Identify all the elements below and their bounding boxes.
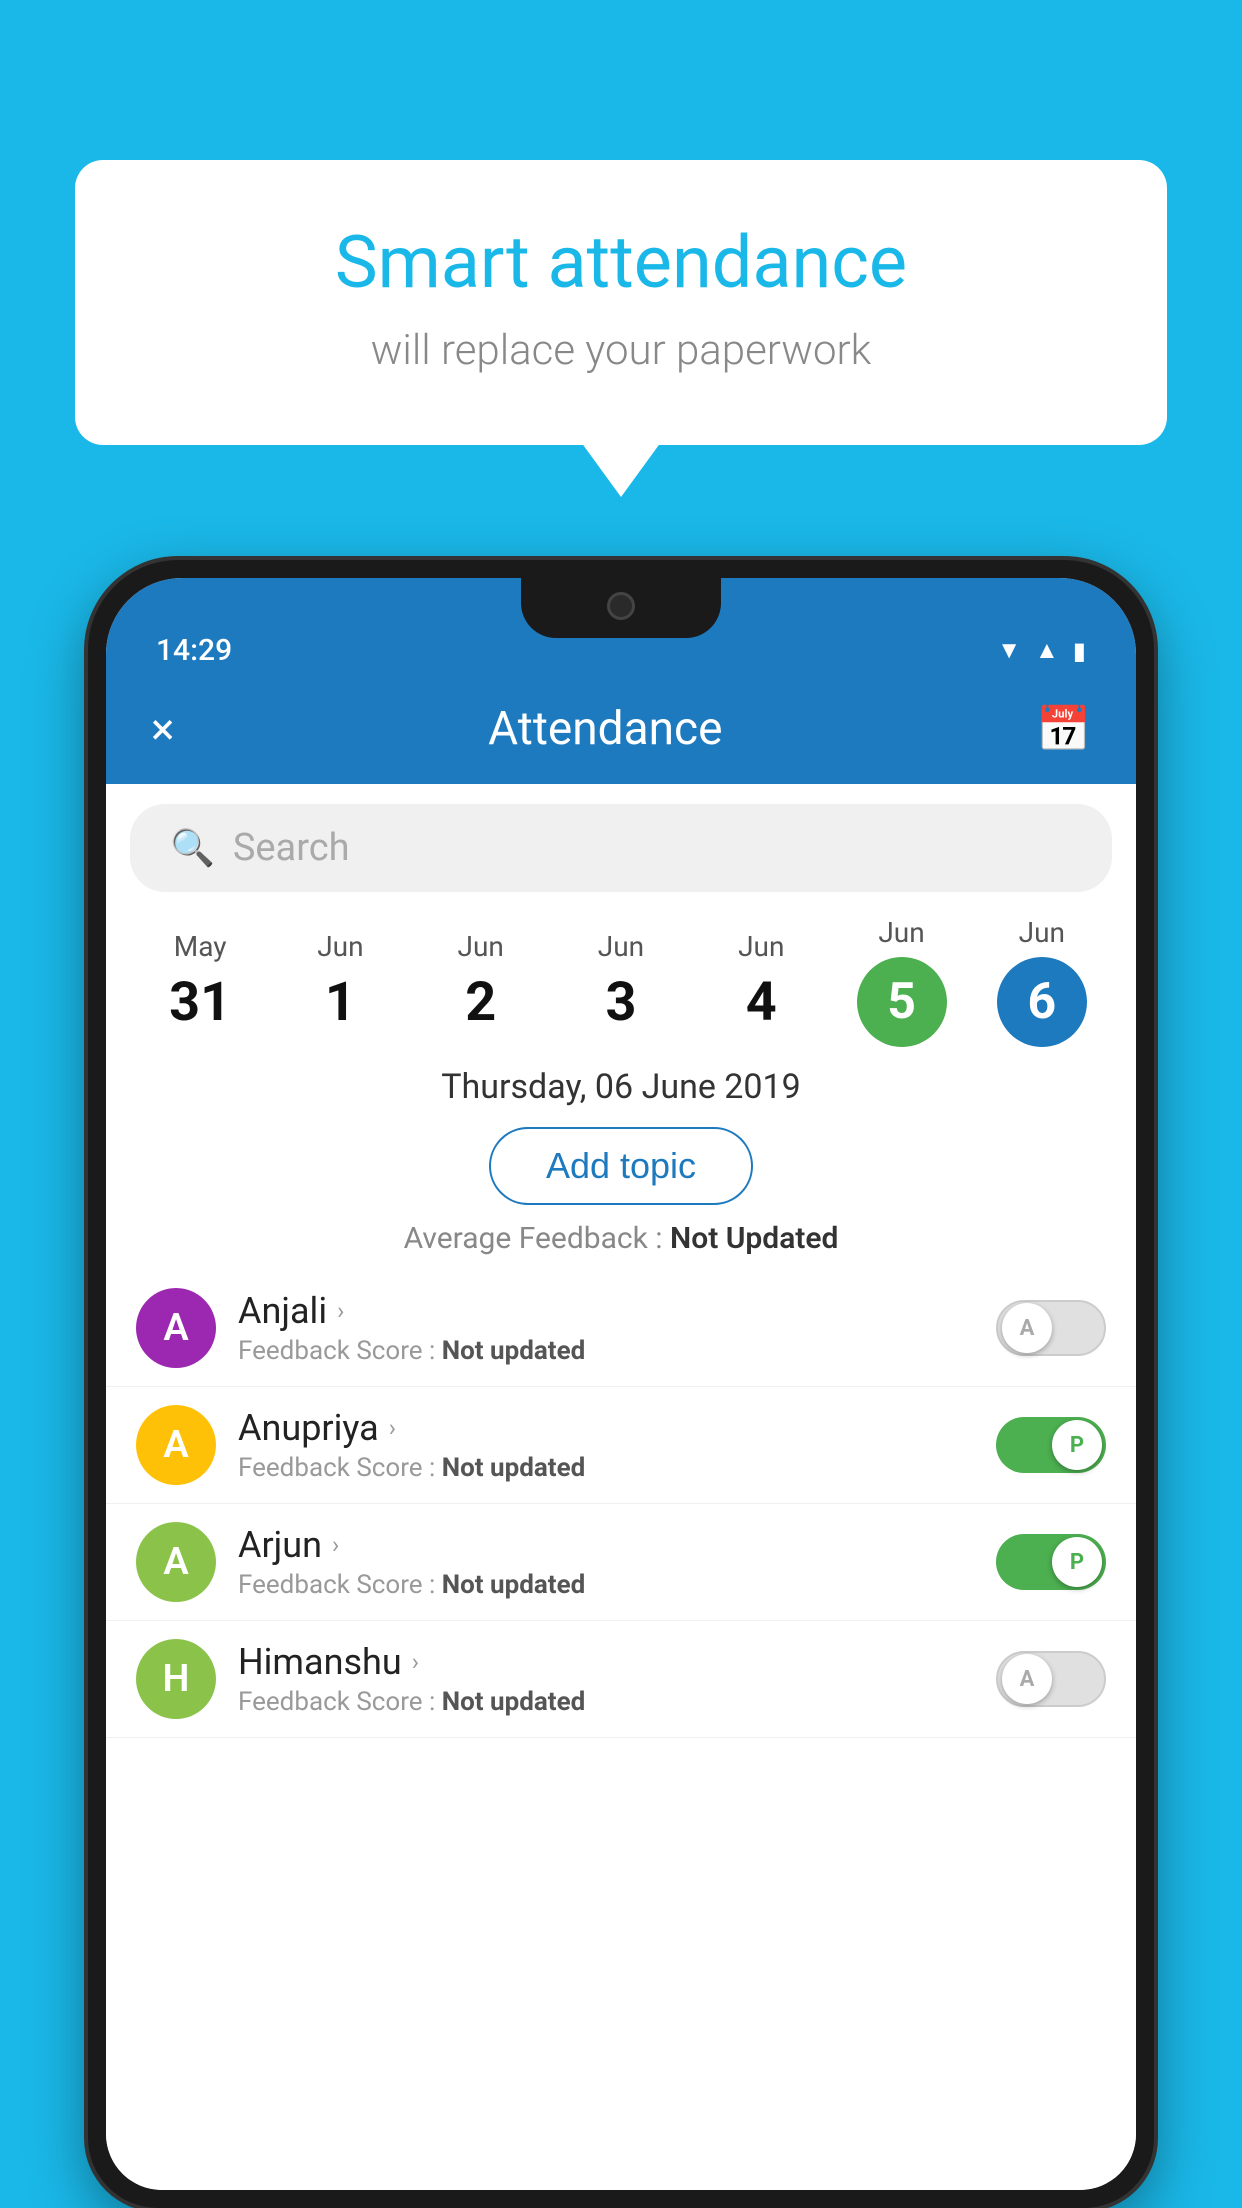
selected-date-label: Thursday, 06 June 2019: [441, 1067, 801, 1107]
student-item-3[interactable]: H Himanshu › Feedback Score : Not updated A: [106, 1621, 1136, 1738]
add-topic-button[interactable]: Add topic: [489, 1127, 753, 1205]
cal-day-circle-5: 5: [857, 957, 947, 1047]
speech-bubble-wrapper: Smart attendance will replace your paper…: [75, 160, 1167, 445]
chevron-icon: ›: [389, 1414, 396, 1442]
search-bar[interactable]: 🔍 Search: [130, 804, 1112, 892]
phone-camera: [607, 592, 635, 620]
cal-day-circle-6: 6: [997, 957, 1087, 1047]
student-item-1[interactable]: A Anupriya › Feedback Score : Not updated P: [106, 1387, 1136, 1504]
toggle-wrap-1[interactable]: P: [996, 1417, 1106, 1473]
student-info-1: Anupriya › Feedback Score : Not updated: [238, 1407, 974, 1483]
cal-month-3: Jun: [598, 930, 644, 963]
cal-month-6: Jun: [1019, 916, 1065, 949]
student-name-0: Anjali ›: [238, 1290, 974, 1332]
signal-icon: ▲: [1035, 636, 1059, 665]
avatar-2: A: [136, 1522, 216, 1602]
toggle-wrap-0[interactable]: A: [996, 1300, 1106, 1356]
student-info-2: Arjun › Feedback Score : Not updated: [238, 1524, 974, 1600]
toggle-thumb-2: P: [1052, 1537, 1102, 1587]
student-item-0[interactable]: A Anjali › Feedback Score : Not updated A: [106, 1270, 1136, 1387]
close-icon[interactable]: ×: [151, 703, 174, 755]
avg-feedback-label: Average Feedback :: [404, 1221, 670, 1256]
student-name-2: Arjun ›: [238, 1524, 974, 1566]
avg-feedback: Average Feedback : Not Updated: [106, 1221, 1136, 1270]
toggle-1[interactable]: P: [996, 1417, 1106, 1473]
student-list: AAnjali ›Feedback Score : Not updatedAAA…: [106, 1270, 1136, 2190]
feedback-score-1: Feedback Score : Not updated: [238, 1453, 974, 1483]
toggle-wrap-3[interactable]: A: [996, 1651, 1106, 1707]
avatar-0: A: [136, 1288, 216, 1368]
avatar-3: H: [136, 1639, 216, 1719]
toggle-thumb-0: A: [1002, 1303, 1052, 1353]
cal-month-1: Jun: [317, 930, 363, 963]
phone-screen: 14:29 ▼ ▲ ▮ × Attendance 📅 🔍 Search May 3…: [106, 578, 1136, 2190]
calendar-icon[interactable]: 📅: [1036, 703, 1091, 755]
date-info: Thursday, 06 June 2019: [106, 1051, 1136, 1117]
toggle-wrap-2[interactable]: P: [996, 1534, 1106, 1590]
student-name-3: Himanshu ›: [238, 1641, 974, 1683]
student-info-3: Himanshu › Feedback Score : Not updated: [238, 1641, 974, 1717]
feedback-score-0: Feedback Score : Not updated: [238, 1336, 974, 1366]
speech-bubble: Smart attendance will replace your paper…: [75, 160, 1167, 445]
cal-day-3: 3: [605, 971, 636, 1034]
chevron-icon: ›: [337, 1297, 344, 1325]
status-icons: ▼ ▲ ▮: [997, 636, 1086, 665]
app-bar-title: Attendance: [488, 702, 722, 756]
calendar-day-3[interactable]: Jun 3: [561, 930, 681, 1034]
student-name-1: Anupriya ›: [238, 1407, 974, 1449]
status-time: 14:29: [156, 633, 232, 668]
avg-feedback-value: Not Updated: [670, 1221, 838, 1256]
calendar-day-4[interactable]: Jun 4: [701, 930, 821, 1034]
student-info-0: Anjali › Feedback Score : Not updated: [238, 1290, 974, 1366]
search-placeholder: Search: [233, 826, 350, 870]
student-item-2[interactable]: A Arjun › Feedback Score : Not updated P: [106, 1504, 1136, 1621]
toggle-2[interactable]: P: [996, 1534, 1106, 1590]
chevron-icon: ›: [412, 1648, 419, 1676]
bubble-subtitle: will replace your paperwork: [155, 326, 1087, 375]
cal-day-2: 2: [465, 971, 496, 1034]
add-topic-container: Add topic: [106, 1117, 1136, 1221]
avatar-1: A: [136, 1405, 216, 1485]
feedback-score-3: Feedback Score : Not updated: [238, 1687, 974, 1717]
calendar-day-2[interactable]: Jun 2: [421, 930, 541, 1034]
wifi-icon: ▼: [997, 636, 1021, 665]
cal-day-4: 4: [746, 971, 777, 1034]
cal-day-1: 1: [325, 971, 356, 1034]
battery-icon: ▮: [1073, 637, 1086, 665]
toggle-thumb-3: A: [1002, 1654, 1052, 1704]
toggle-0[interactable]: A: [996, 1300, 1106, 1356]
content-area: 🔍 Search May 31 Jun 1 Jun 2 Jun 3 Jun 4 Jun 5 Jun 6 T…: [106, 784, 1136, 2190]
search-icon: 🔍: [170, 827, 215, 869]
calendar-day-1[interactable]: Jun 1: [280, 930, 400, 1034]
phone-frame: 14:29 ▼ ▲ ▮ × Attendance 📅 🔍 Search May 3…: [88, 560, 1154, 2208]
calendar-day-5[interactable]: Jun 5: [842, 916, 962, 1047]
toggle-thumb-1: P: [1052, 1420, 1102, 1470]
cal-month-2: Jun: [458, 930, 504, 963]
toggle-3[interactable]: A: [996, 1651, 1106, 1707]
calendar-day-0[interactable]: May 31: [140, 930, 260, 1034]
cal-day-0: 31: [169, 971, 231, 1034]
cal-month-0: May: [174, 930, 227, 963]
calendar-day-6[interactable]: Jun 6: [982, 916, 1102, 1047]
app-bar: × Attendance 📅: [106, 682, 1136, 784]
calendar-strip: May 31 Jun 1 Jun 2 Jun 3 Jun 4 Jun 5 Jun 6: [106, 906, 1136, 1051]
bubble-title: Smart attendance: [155, 220, 1087, 306]
cal-month-5: Jun: [878, 916, 924, 949]
chevron-icon: ›: [332, 1531, 339, 1559]
feedback-score-2: Feedback Score : Not updated: [238, 1570, 974, 1600]
cal-month-4: Jun: [738, 930, 784, 963]
